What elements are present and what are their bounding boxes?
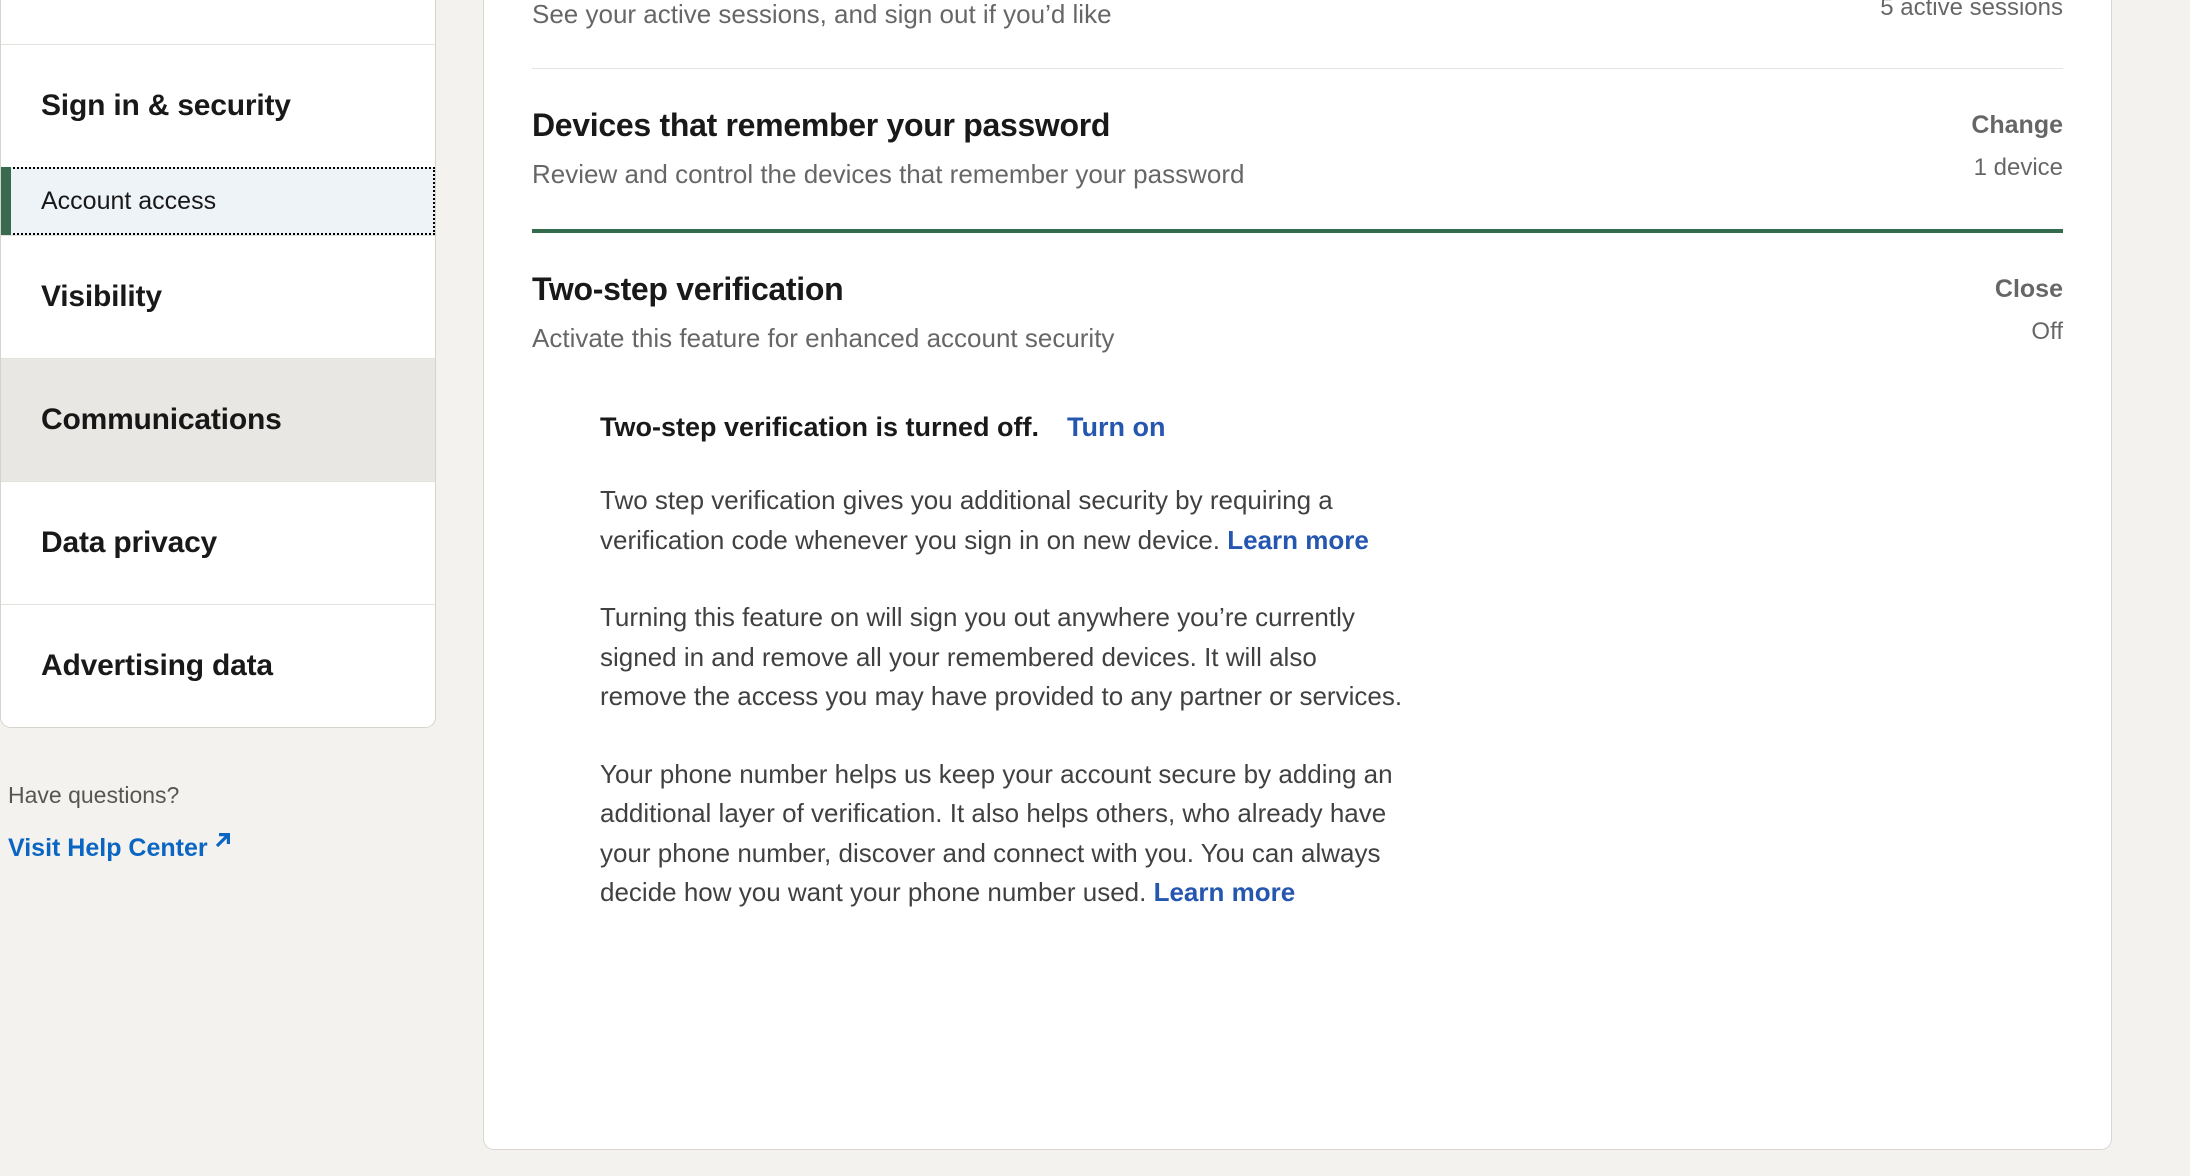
close-two-step-button[interactable]: Close — [1813, 275, 2063, 304]
two-step-paragraph-1: Two step verification gives you addition… — [600, 481, 1410, 560]
devices-count-status: 1 device — [1973, 154, 2063, 182]
section-two-step-verification: Two-step verification Activate this feat… — [532, 228, 2063, 1005]
sidebar-item-communications[interactable]: Communications — [1, 359, 435, 481]
nav-group-advertising-data: Advertising data — [1, 604, 435, 727]
section-row-where-youre-signed-in: Where you’re signed in See your active s… — [532, 0, 2063, 68]
section-text-block: Where you’re signed in See your active s… — [532, 0, 1112, 32]
sidebar-item-account-access[interactable]: Account access — [1, 167, 435, 235]
section-action-block: Close Off — [1813, 269, 2063, 346]
sidebar-item-visibility[interactable]: Visibility — [1, 236, 435, 358]
section-action-block: Change 1 device — [1813, 105, 2063, 182]
nav-group-visibility: Visibility — [1, 235, 435, 358]
active-sessions-status: 5 active sessions — [1880, 0, 2063, 21]
learn-more-link-2[interactable]: Learn more — [1154, 877, 1296, 907]
section-subtitle: Review and control the devices that reme… — [532, 159, 1245, 190]
change-devices-button[interactable]: Change — [1813, 111, 2063, 140]
two-step-status-message: Two-step verification is turned off. — [600, 412, 1040, 443]
paragraph-1-text: Two step verification gives you addition… — [600, 485, 1333, 555]
section-text-block: Devices that remember your password Revi… — [532, 105, 1244, 192]
settings-page: Account preferences Sign in & security A… — [0, 0, 2190, 1176]
help-question-text: Have questions? — [8, 782, 180, 808]
section-action-block: Change 5 active sessions — [1813, 0, 2063, 22]
section-text-block: Two-step verification Activate this feat… — [532, 269, 1114, 356]
turn-on-button[interactable]: Turn on — [1067, 412, 1165, 443]
two-step-paragraph-3: Your phone number helps us keep your acc… — [600, 755, 1410, 913]
visit-help-center-link[interactable]: Visit Help Center — [8, 832, 234, 863]
visit-help-center-label: Visit Help Center — [8, 833, 208, 862]
sidebar-item-data-privacy[interactable]: Data privacy — [1, 482, 435, 604]
nav-group-communications: Communications — [1, 358, 435, 481]
two-step-paragraph-2: Turning this feature on will sign you ou… — [600, 598, 1410, 717]
section-subtitle: Activate this feature for enhanced accou… — [532, 322, 1115, 353]
sidebar-item-advertising-data[interactable]: Advertising data — [1, 605, 435, 727]
settings-sidebar: Account preferences Sign in & security A… — [0, 0, 436, 863]
section-row-devices-that-remember-your-password: Devices that remember your password Revi… — [532, 69, 2063, 228]
section-where-youre-signed-in: Where you’re signed in See your active s… — [532, 0, 2063, 68]
help-block: Have questions? Visit Help Center — [0, 781, 436, 863]
section-devices-that-remember-your-password: Devices that remember your password Revi… — [532, 68, 2063, 228]
paragraph-2-text: Turning this feature on will sign you ou… — [600, 602, 1403, 712]
two-step-status-row: Two-step verification is turned off. Tur… — [600, 392, 2063, 443]
nav-group-account-preferences: Account preferences — [1, 0, 435, 44]
two-step-expanded-panel: Two-step verification is turned off. Tur… — [532, 392, 2063, 1005]
sidebar-nav-card: Account preferences Sign in & security A… — [0, 0, 436, 728]
section-subtitle: See your active sessions, and sign out i… — [532, 0, 1112, 29]
external-link-icon — [210, 829, 234, 853]
two-step-status: Off — [2031, 317, 2063, 345]
section-title: Two-step verification — [532, 270, 844, 307]
account-access-card: Where you’re signed in See your active s… — [483, 0, 2112, 1150]
sidebar-item-sign-in-and-security[interactable]: Sign in & security — [1, 45, 435, 167]
nav-group-sign-in-and-security: Sign in & security Account access — [1, 44, 435, 235]
nav-group-data-privacy: Data privacy — [1, 481, 435, 604]
sidebar-item-account-preferences[interactable]: Account preferences — [1, 0, 435, 44]
section-row-two-step-verification: Two-step verification Activate this feat… — [532, 233, 2063, 392]
section-title: Devices that remember your password — [532, 107, 1111, 144]
learn-more-link-1[interactable]: Learn more — [1227, 525, 1369, 555]
